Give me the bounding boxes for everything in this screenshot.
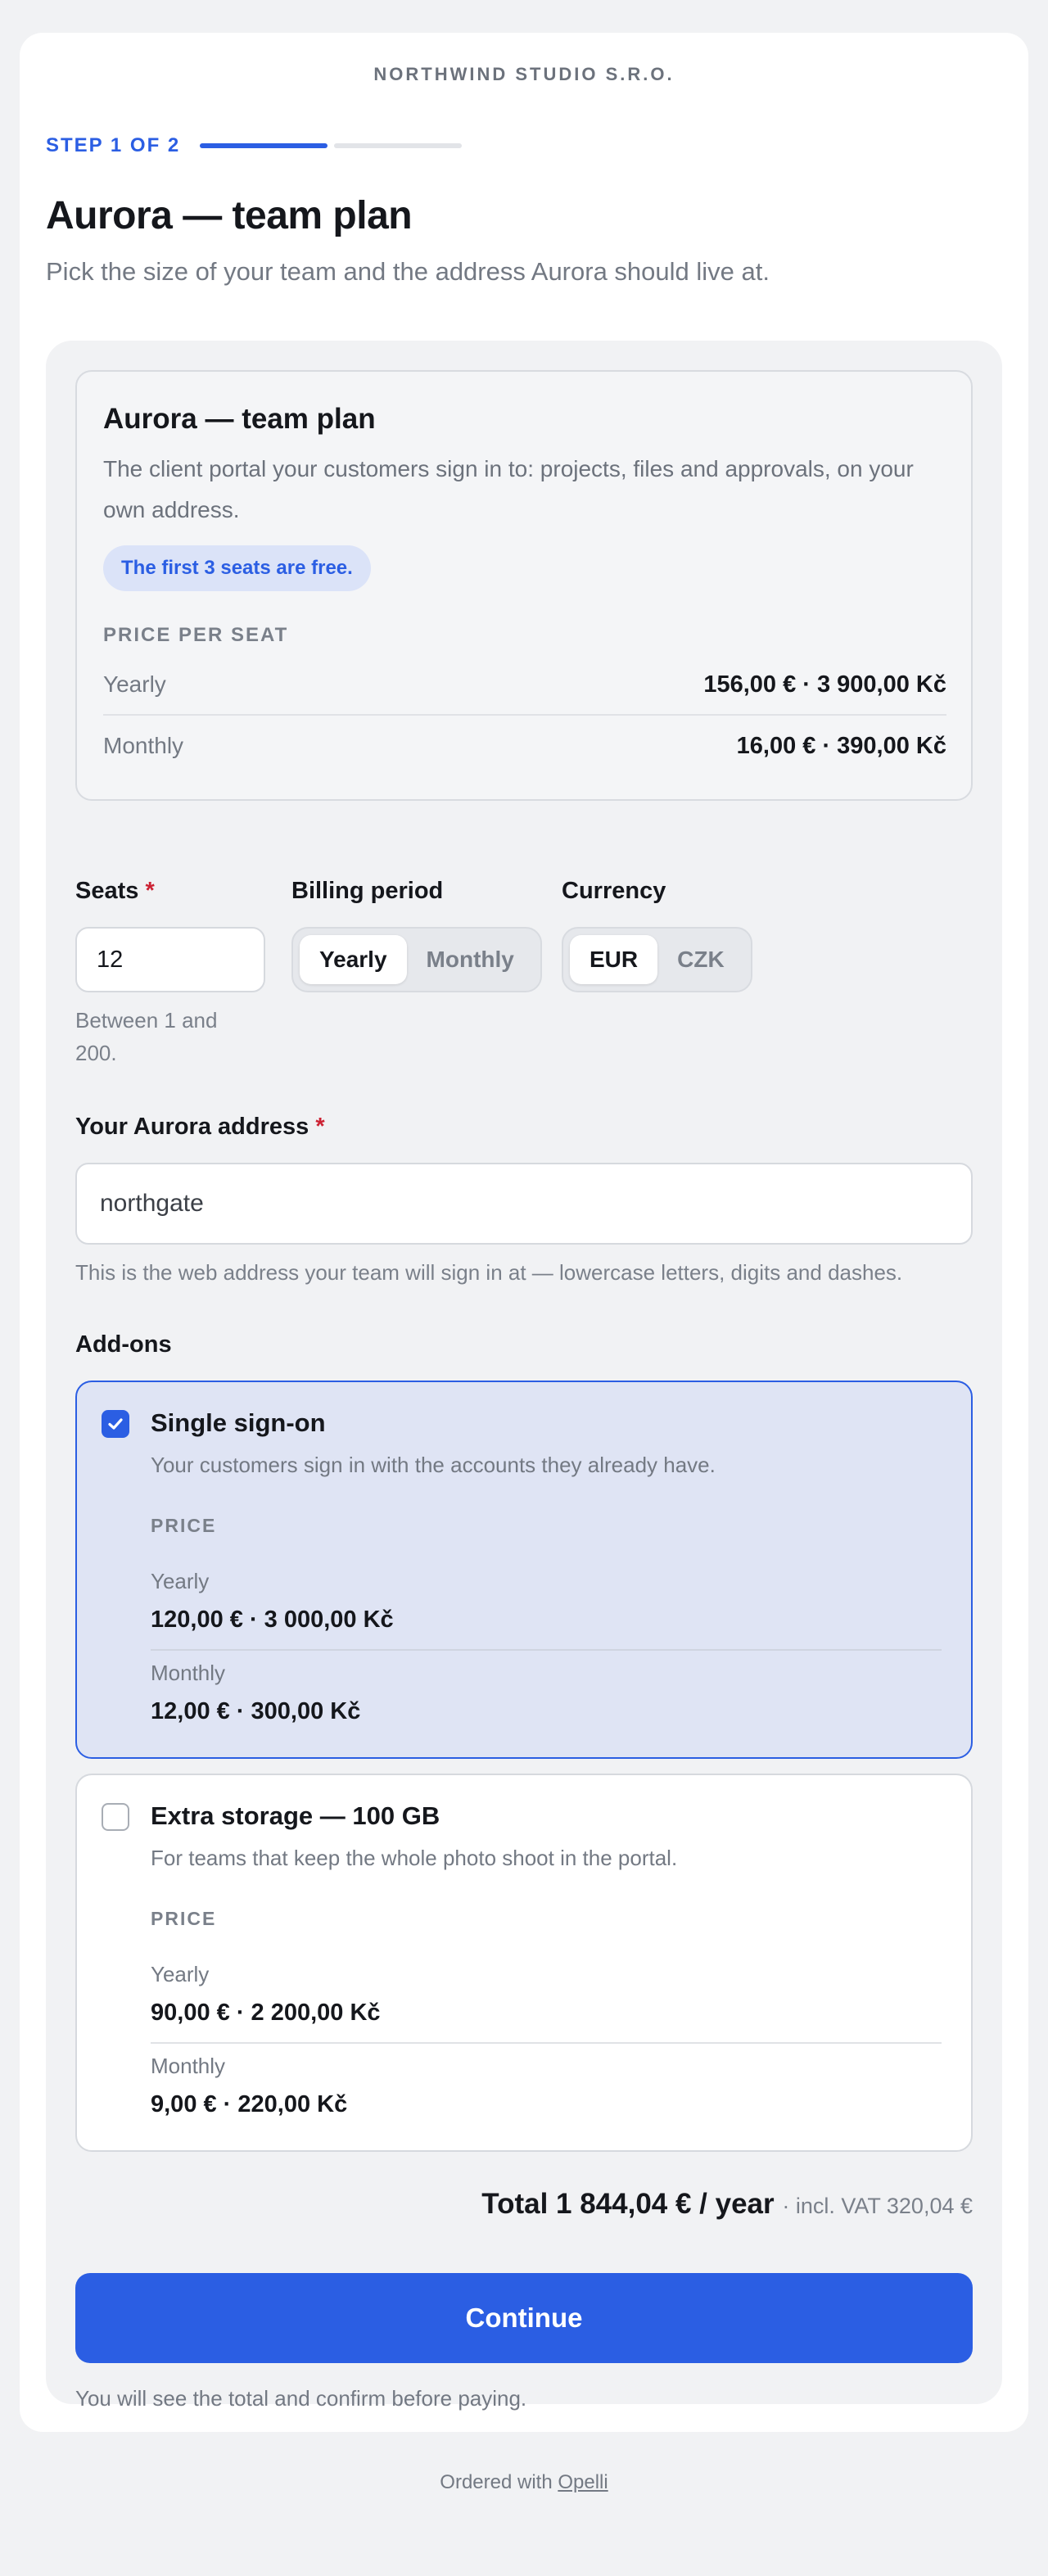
required-mark: * bbox=[145, 878, 155, 904]
order-panel: Aurora — team plan The client portal you… bbox=[46, 341, 1002, 2411]
required-mark: * bbox=[315, 1114, 325, 1140]
price-value: 16,00 € · 390,00 Kč bbox=[736, 732, 946, 759]
addon-title: Extra storage — 100 GB bbox=[151, 1801, 440, 1830]
seats-label-text: Seats bbox=[75, 878, 139, 904]
checkmark-icon bbox=[108, 1418, 123, 1430]
free-seats-badge: The first 3 seats are free. bbox=[103, 545, 371, 591]
addon-checkbox[interactable] bbox=[102, 1803, 129, 1831]
price-value: 9,00 € · 220,00 Kč bbox=[151, 2091, 348, 2117]
continue-button[interactable]: Continue bbox=[75, 2273, 973, 2363]
plan-description: The client portal your customers sign in… bbox=[103, 456, 914, 522]
currency-toggle: EUR CZK bbox=[562, 927, 752, 992]
step-label: STEP 1 OF 2 bbox=[46, 134, 181, 156]
plan-title: Aurora — team plan bbox=[103, 403, 376, 435]
address-label-text: Your Aurora address bbox=[75, 1114, 309, 1140]
addon-description: Your customers sign in with the accounts… bbox=[151, 1453, 716, 1477]
price-value: 90,00 € · 2 200,00 Kč bbox=[151, 2000, 381, 2026]
currency-option-czk[interactable]: CZK bbox=[657, 935, 744, 984]
billing-option-monthly[interactable]: Monthly bbox=[407, 935, 534, 984]
vat-note: · incl. VAT 320,04 € bbox=[782, 2194, 973, 2218]
addon-price-row: Yearly 120,00 € · 3 000,00 Kč bbox=[151, 1559, 942, 1651]
address-input[interactable]: northgate bbox=[75, 1163, 973, 1245]
seats-hint: Between 1 and 200. bbox=[75, 1008, 218, 1065]
addon-description: For teams that keep the whole photo shoo… bbox=[151, 1846, 678, 1870]
addon-price-row: Monthly 12,00 € · 300,00 Kč bbox=[151, 1651, 942, 1742]
currency-option-eur[interactable]: EUR bbox=[570, 935, 658, 984]
addon-title: Single sign-on bbox=[151, 1408, 326, 1437]
price-period: Yearly bbox=[151, 1569, 210, 1593]
seats-label: Seats * bbox=[75, 878, 155, 905]
address-hint: This is the web address your team will s… bbox=[75, 1260, 903, 1285]
step-segment-2 bbox=[334, 143, 463, 148]
price-period: Monthly bbox=[151, 2054, 226, 2078]
price-period: Monthly bbox=[103, 733, 184, 758]
stepper: STEP 1 OF 2 bbox=[46, 134, 468, 157]
order-total: Total 1 844,04 € / year · incl. VAT 320,… bbox=[481, 2188, 973, 2221]
footer-prefix: Ordered with bbox=[440, 2471, 553, 2493]
merchant-name: NORTHWIND STUDIO S.R.O. bbox=[373, 64, 675, 84]
page-subtitle: Pick the size of your team and the addre… bbox=[46, 257, 770, 286]
addon-single-sign-on[interactable]: Single sign-on Your customers sign in wi… bbox=[75, 1381, 973, 1759]
footer: Ordered with Opelli bbox=[0, 2471, 1048, 2494]
addon-price-row: Monthly 9,00 € · 220,00 Kč bbox=[151, 2044, 942, 2135]
step-segment-1 bbox=[200, 143, 328, 148]
price-period: Monthly bbox=[151, 1661, 226, 1685]
addons-label: Add-ons bbox=[75, 1331, 172, 1358]
currency-label: Currency bbox=[562, 878, 666, 904]
price-per-seat-label: PRICE PER SEAT bbox=[103, 624, 289, 646]
confirm-note: You will see the total and confirm befor… bbox=[75, 2386, 527, 2411]
checkout-card: NORTHWIND STUDIO S.R.O. STEP 1 OF 2 Auro… bbox=[20, 33, 1028, 2432]
billing-period-label: Billing period bbox=[291, 878, 444, 904]
addon-extra-storage[interactable]: Extra storage — 100 GB For teams that ke… bbox=[75, 1774, 973, 2152]
address-label: Your Aurora address * bbox=[75, 1114, 325, 1141]
addon-price-row: Yearly 90,00 € · 2 200,00 Kč bbox=[151, 1952, 942, 2044]
price-value: 156,00 € · 3 900,00 Kč bbox=[703, 671, 946, 698]
plan-summary: Aurora — team plan The client portal you… bbox=[75, 370, 973, 801]
seats-input[interactable]: 12 bbox=[75, 927, 265, 992]
addon-checkbox[interactable] bbox=[102, 1410, 129, 1438]
price-value: 120,00 € · 3 000,00 Kč bbox=[151, 1607, 394, 1633]
price-period: Yearly bbox=[151, 1962, 210, 1986]
page: NORTHWIND STUDIO S.R.O. STEP 1 OF 2 Auro… bbox=[0, 0, 1048, 2576]
addon-price-label: PRICE bbox=[151, 1515, 217, 1536]
total-amount: Total 1 844,04 € / year bbox=[481, 2188, 775, 2220]
plan-price-row: Monthly 16,00 € · 390,00 Kč bbox=[103, 716, 946, 776]
addon-price-label: PRICE bbox=[151, 1908, 217, 1929]
page-title: Aurora — team plan bbox=[46, 194, 413, 237]
plan-price-row: Yearly 156,00 € · 3 900,00 Kč bbox=[103, 655, 946, 716]
billing-option-yearly[interactable]: Yearly bbox=[300, 935, 407, 984]
opelli-link[interactable]: Opelli bbox=[558, 2471, 608, 2493]
price-period: Yearly bbox=[103, 671, 166, 697]
price-value: 12,00 € · 300,00 Kč bbox=[151, 1698, 361, 1724]
billing-period-toggle: Yearly Monthly bbox=[291, 927, 542, 992]
